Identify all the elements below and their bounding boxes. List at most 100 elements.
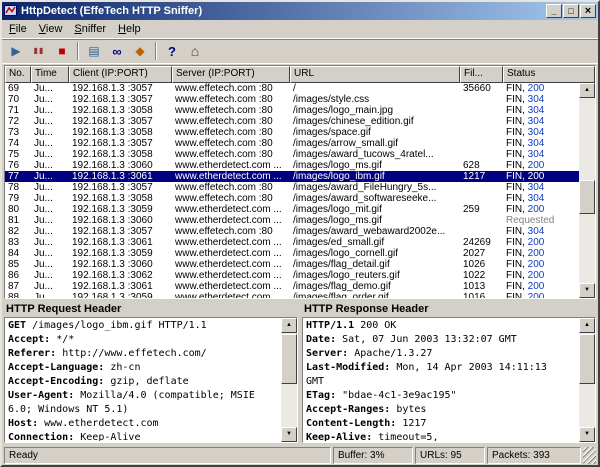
- table-row[interactable]: 72Ju...192.168.1.3 :3057www.effetech.com…: [5, 116, 579, 127]
- cell-url: /images/logo_ms.gif: [290, 160, 460, 171]
- status-code: 200: [528, 259, 545, 270]
- scroll-up-icon[interactable]: ▲: [579, 83, 595, 98]
- column-header-client[interactable]: Client (IP:PORT): [69, 66, 172, 83]
- response-header-panel: HTTP Response Header HTTP/1.1 200 OKDate…: [302, 302, 596, 443]
- app-window: HttpDetect (EffeTech HTTP Sniffer) _ □ ×…: [0, 0, 600, 467]
- request-panel-scrollbar[interactable]: ▲ ▼: [281, 318, 297, 442]
- table-row[interactable]: 83Ju...192.168.1.3 :3061www.etherdetect.…: [5, 237, 579, 248]
- cell-url: /images/flag_order.gif: [290, 292, 460, 298]
- cell-no: 77: [5, 171, 31, 182]
- find-button[interactable]: ∞: [106, 40, 128, 62]
- document-icon: ▤: [88, 45, 99, 57]
- help-button[interactable]: ?: [161, 40, 183, 62]
- cell-time: Ju...: [31, 182, 69, 193]
- cell-server: www.effetech.com :80: [172, 83, 290, 94]
- resize-grip[interactable]: [583, 447, 596, 464]
- toolbar: ▶▮▮■ ▤ ∞◆? ⌂: [2, 38, 598, 64]
- cell-no: 79: [5, 193, 31, 204]
- column-header-status[interactable]: Status: [503, 66, 595, 83]
- toolbar-separator: [155, 42, 157, 60]
- cell-server: www.effetech.com :80: [172, 116, 290, 127]
- cell-server: www.etherdetect.com ...: [172, 160, 290, 171]
- question-icon: ?: [168, 45, 176, 58]
- cell-url: /images/flag_demo.gif: [290, 281, 460, 292]
- column-header-size[interactable]: Fil...: [460, 66, 503, 83]
- response-panel-content-box: HTTP/1.1 200 OKDate: Sat, 07 Jun 2003 13…: [302, 317, 596, 443]
- cell-time: Ju...: [31, 270, 69, 281]
- table-row[interactable]: 85Ju...192.168.1.3 :3060www.etherdetect.…: [5, 259, 579, 270]
- cell-size: [460, 226, 503, 237]
- cell-size: [460, 138, 503, 149]
- header-line: Keep-Alive: timeout=5,: [306, 431, 553, 441]
- menu-bar: FileViewSnifferHelp: [2, 20, 598, 38]
- table-row[interactable]: 84Ju...192.168.1.3 :3059www.etherdetect.…: [5, 248, 579, 259]
- title-bar[interactable]: HttpDetect (EffeTech HTTP Sniffer) _ □ ×: [2, 2, 598, 20]
- table-row[interactable]: 78Ju...192.168.1.3 :3057www.effetech.com…: [5, 182, 579, 193]
- scroll-up-icon[interactable]: ▲: [579, 318, 595, 333]
- column-header-time[interactable]: Time: [31, 66, 69, 83]
- menu-file[interactable]: File: [3, 21, 33, 38]
- cell-no: 69: [5, 83, 31, 94]
- start-button[interactable]: ▶: [5, 40, 27, 62]
- status-code: 304: [528, 193, 545, 204]
- column-header-no[interactable]: No.: [5, 66, 31, 83]
- cell-server: www.effetech.com :80: [172, 127, 290, 138]
- cell-server: www.effetech.com :80: [172, 94, 290, 105]
- scroll-down-icon[interactable]: ▼: [281, 427, 297, 442]
- column-header-url[interactable]: URL: [290, 66, 460, 83]
- cell-no: 84: [5, 248, 31, 259]
- column-header-server[interactable]: Server (IP:PORT): [172, 66, 290, 83]
- cell-url: /images/chinese_edition.gif: [290, 116, 460, 127]
- status-code: 200: [528, 237, 545, 248]
- table-row[interactable]: 76Ju...192.168.1.3 :3060www.etherdetect.…: [5, 160, 579, 171]
- cell-time: Ju...: [31, 138, 69, 149]
- minimize-button[interactable]: _: [546, 4, 562, 18]
- cell-url: /images/logo_ms.gif: [290, 215, 460, 226]
- table-row[interactable]: 82Ju...192.168.1.3 :3057www.effetech.com…: [5, 226, 579, 237]
- table-row[interactable]: 87Ju...192.168.1.3 :3061www.etherdetect.…: [5, 281, 579, 292]
- scroll-down-icon[interactable]: ▼: [579, 283, 595, 298]
- table-scroll-thumb[interactable]: [579, 180, 595, 214]
- cell-size: [460, 94, 503, 105]
- table-row[interactable]: 80Ju...192.168.1.3 :3059www.etherdetect.…: [5, 204, 579, 215]
- close-button[interactable]: ×: [580, 4, 596, 18]
- menu-view[interactable]: View: [33, 21, 69, 38]
- table-row[interactable]: 88Ju...192.168.1.3 :3059www.etherdetect.…: [5, 292, 579, 298]
- table-scrollbar[interactable]: ▲ ▼: [579, 83, 595, 298]
- table-row[interactable]: 75Ju...192.168.1.3 :3058www.effetech.com…: [5, 149, 579, 160]
- cell-status: FIN, 200: [503, 204, 579, 215]
- table-row[interactable]: 71Ju...192.168.1.3 :3058www.effetech.com…: [5, 105, 579, 116]
- filter-button[interactable]: ◆: [129, 40, 151, 62]
- table-row[interactable]: 69Ju...192.168.1.3 :3057www.effetech.com…: [5, 83, 579, 94]
- menu-sniffer[interactable]: Sniffer: [68, 21, 112, 38]
- table-row[interactable]: 77Ju...192.168.1.3 :3061www.etherdetect.…: [5, 171, 579, 182]
- cell-client: 192.168.1.3 :3060: [69, 160, 172, 171]
- response-panel-scrollbar[interactable]: ▲ ▼: [579, 318, 595, 442]
- cell-status: FIN, 304: [503, 226, 579, 237]
- cell-time: Ju...: [31, 226, 69, 237]
- cell-time: Ju...: [31, 204, 69, 215]
- scroll-down-icon[interactable]: ▼: [579, 427, 595, 442]
- cell-no: 83: [5, 237, 31, 248]
- cell-time: Ju...: [31, 116, 69, 127]
- table-row[interactable]: 74Ju...192.168.1.3 :3057www.effetech.com…: [5, 138, 579, 149]
- scroll-up-icon[interactable]: ▲: [281, 318, 297, 333]
- table-row[interactable]: 86Ju...192.168.1.3 :3062www.etherdetect.…: [5, 270, 579, 281]
- table-row[interactable]: 73Ju...192.168.1.3 :3058www.effetech.com…: [5, 127, 579, 138]
- cell-no: 75: [5, 149, 31, 160]
- log-button[interactable]: ▤: [83, 40, 105, 62]
- pause-button[interactable]: ▮▮: [28, 40, 50, 62]
- menu-help[interactable]: Help: [112, 21, 147, 38]
- response-panel-title: HTTP Response Header: [302, 302, 596, 317]
- maximize-button[interactable]: □: [563, 4, 579, 18]
- table-row[interactable]: 81Ju...192.168.1.3 :3060www.etherdetect.…: [5, 215, 579, 226]
- cell-server: www.etherdetect.com ...: [172, 237, 290, 248]
- cell-size: 35660: [460, 83, 503, 94]
- home-button[interactable]: ⌂: [184, 40, 206, 62]
- cell-client: 192.168.1.3 :3058: [69, 193, 172, 204]
- response-scroll-thumb[interactable]: [579, 334, 595, 384]
- table-row[interactable]: 70Ju...192.168.1.3 :3057www.effetech.com…: [5, 94, 579, 105]
- request-scroll-thumb[interactable]: [281, 334, 297, 384]
- stop-button[interactable]: ■: [51, 40, 73, 62]
- table-row[interactable]: 79Ju...192.168.1.3 :3058www.effetech.com…: [5, 193, 579, 204]
